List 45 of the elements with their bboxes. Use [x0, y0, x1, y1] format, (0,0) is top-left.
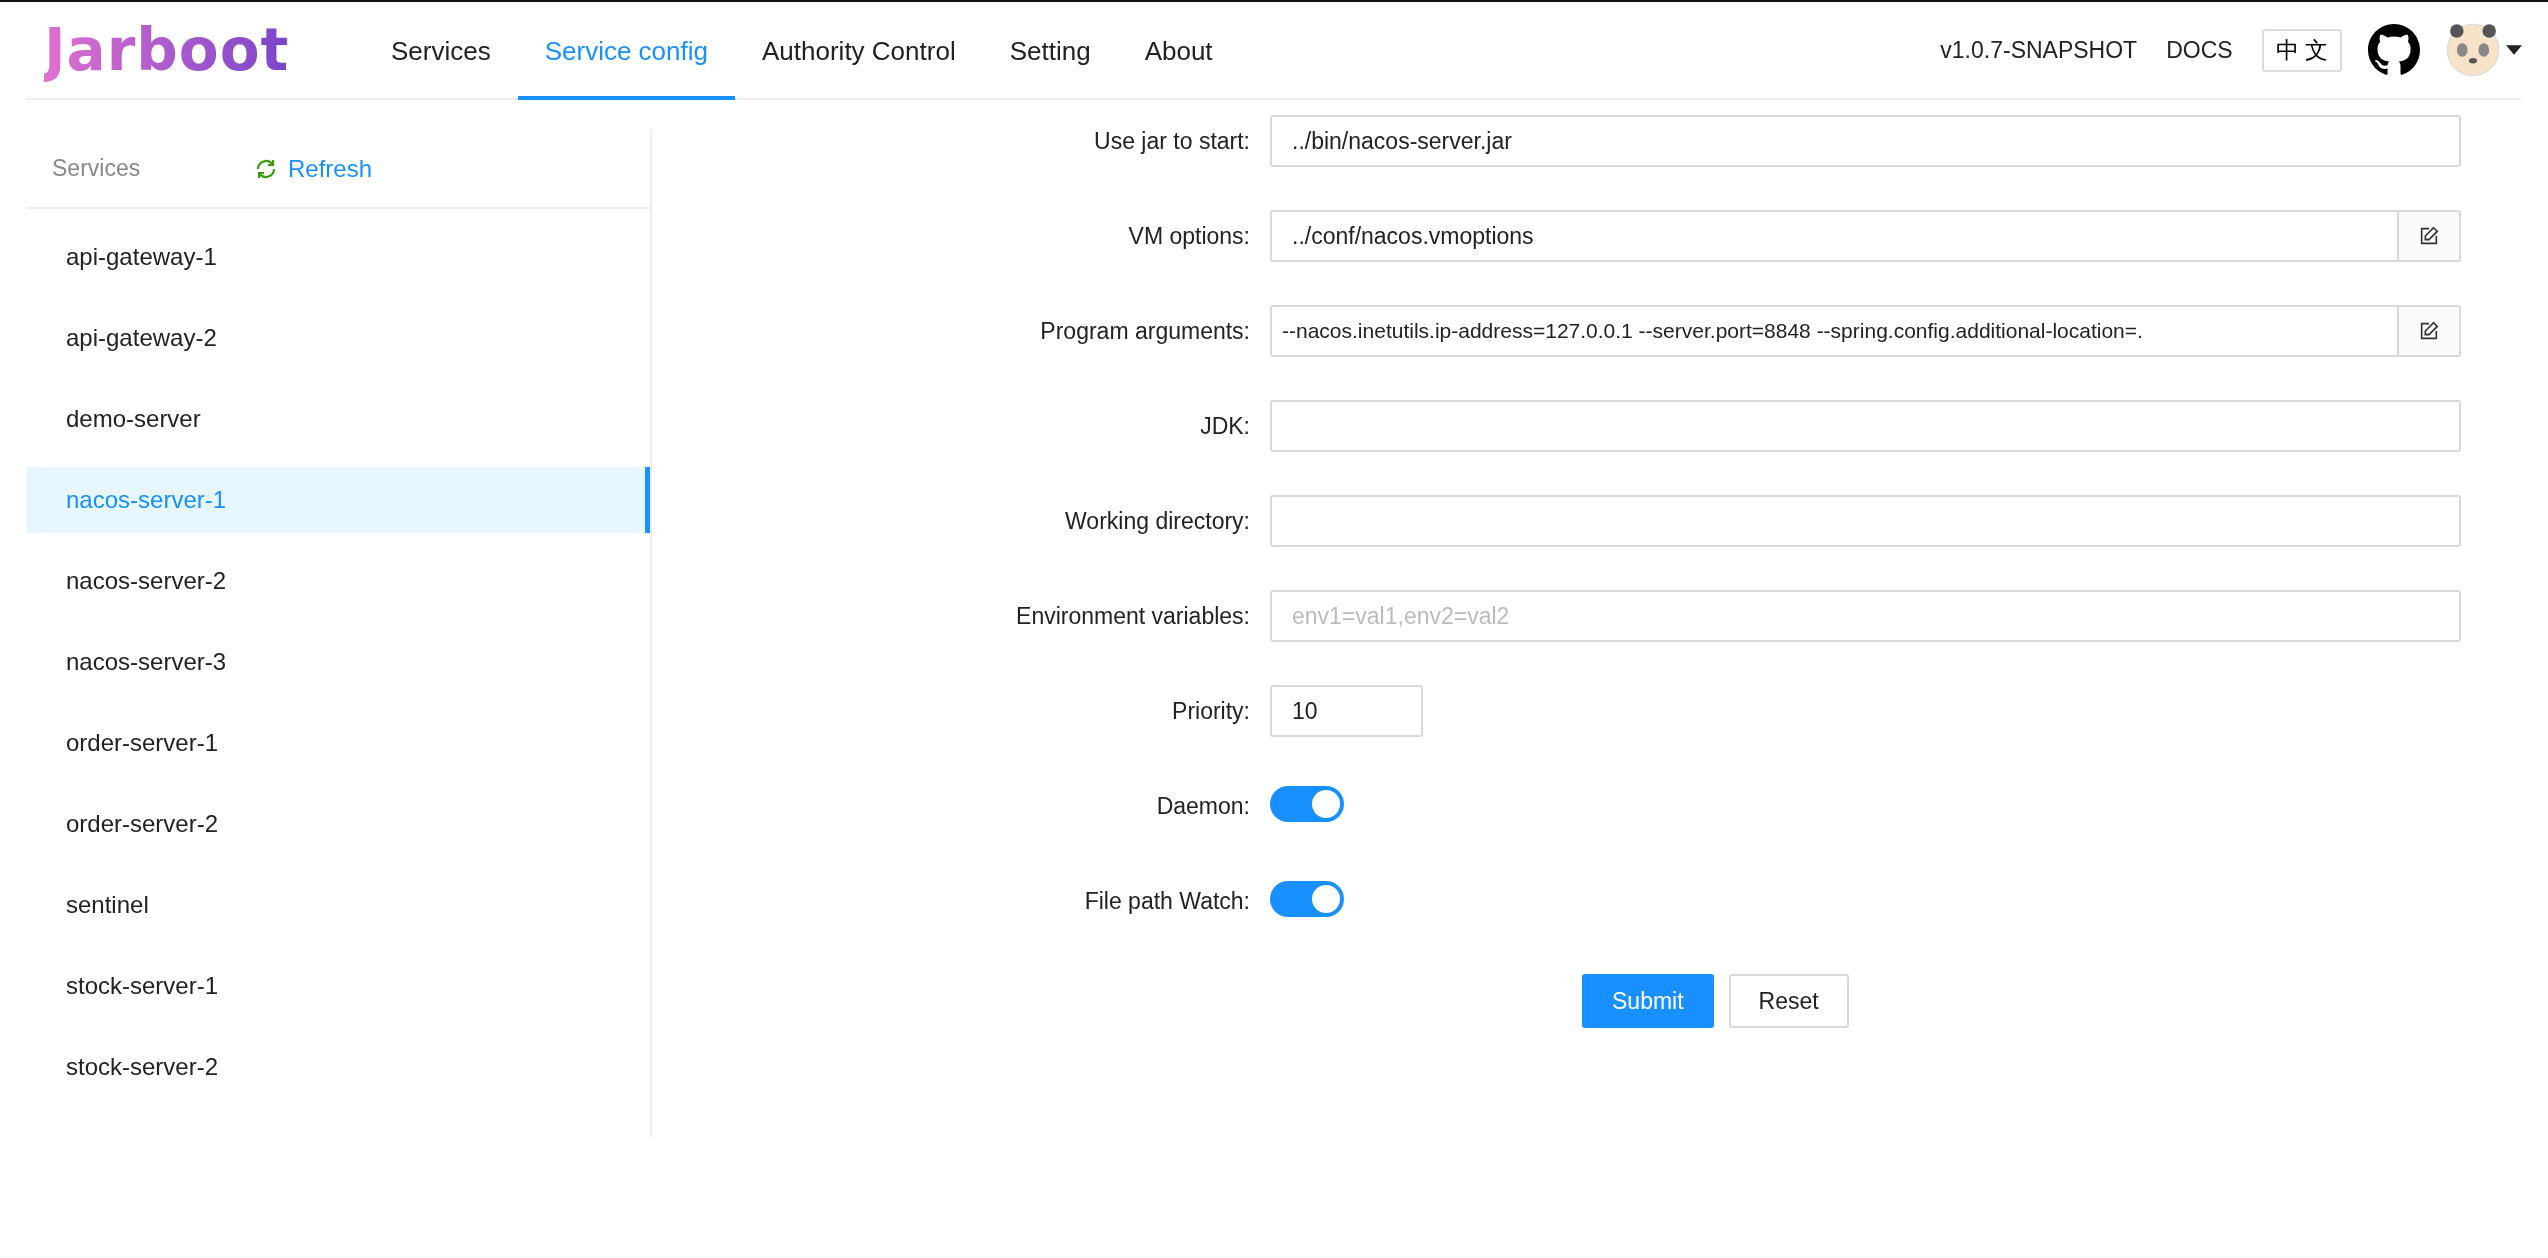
reset-button[interactable]: Reset [1728, 974, 1849, 1028]
field-label: VM options: [1127, 222, 1251, 250]
field-label: File path Watch: [1083, 887, 1251, 915]
docs-link[interactable]: DOCS [2166, 36, 2233, 64]
input-field[interactable]: ../conf/nacos.vmoptions [1270, 210, 2399, 262]
input-field[interactable]: --nacos.inetutils.ip-address=127.0.0.1 --server.port=8848 --spring.config.additional-location=. [1270, 305, 2399, 357]
edit-icon [2418, 320, 2440, 342]
edit-icon [2418, 225, 2440, 247]
field-label: Priority: [1171, 697, 1251, 725]
version-link[interactable]: v1.0.7-SNAPSHOT [1940, 36, 2138, 64]
input-field[interactable]: 10 [1270, 685, 1423, 737]
input-field[interactable] [1270, 495, 2461, 547]
edit-button[interactable] [2399, 305, 2461, 357]
input-field[interactable] [1270, 400, 2461, 452]
nav-tab[interactable]: Setting [982, 2, 1118, 100]
toggle-switch[interactable] [1270, 786, 1344, 822]
service-list-item[interactable]: sentinel [26, 872, 650, 938]
field-label: Use jar to start: [1093, 127, 1251, 155]
field-label: Daemon: [1155, 792, 1251, 820]
caret-icon [2506, 45, 2522, 55]
nav-tab[interactable]: Authority Control [735, 2, 983, 100]
field-label: JDK: [1199, 412, 1251, 440]
edit-button[interactable] [2399, 210, 2461, 262]
service-list-item[interactable]: stock-server-2 [26, 1034, 650, 1100]
nav-tab[interactable]: Services [364, 2, 518, 100]
field-label: Environment variables: [1015, 602, 1251, 630]
input-field[interactable]: ../bin/nacos-server.jar [1270, 115, 2461, 167]
service-list-item[interactable]: api-gateway-1 [26, 224, 650, 290]
user-menu[interactable] [2446, 23, 2522, 77]
panda-avatar-icon [2446, 23, 2500, 77]
service-list-item[interactable]: api-gateway-2 [26, 305, 650, 371]
nav-tab[interactable]: About [1117, 2, 1240, 100]
sidebar-title: Services [52, 155, 142, 182]
github-icon[interactable] [2368, 24, 2420, 76]
service-list-item[interactable]: demo-server [26, 386, 650, 452]
service-list-item[interactable]: stock-server-1 [26, 953, 650, 1019]
field-label: Working directory: [1064, 507, 1251, 535]
service-list-item[interactable]: order-server-1 [26, 710, 650, 776]
input-field[interactable]: env1=val1,env2=val2 [1270, 590, 2461, 642]
service-list-item[interactable]: nacos-server-2 [26, 548, 650, 614]
service-list-item[interactable]: nacos-server-3 [26, 629, 650, 695]
field-label: Program arguments: [1039, 317, 1251, 345]
language-button[interactable]: 中 文 [2261, 28, 2342, 72]
toggle-switch[interactable] [1270, 881, 1344, 917]
service-list-item[interactable]: order-server-2 [26, 791, 650, 857]
